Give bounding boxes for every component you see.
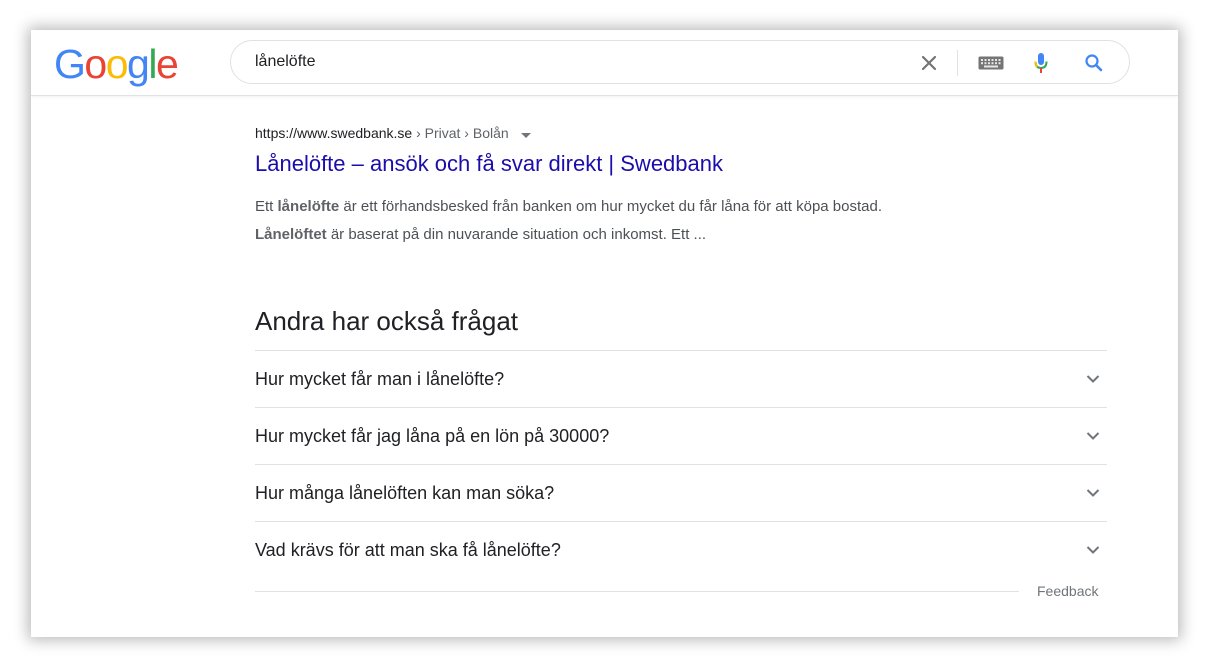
logo-letter: G — [54, 41, 86, 87]
paa-question-row[interactable]: Hur mycket får jag låna på en lön på 300… — [255, 407, 1107, 464]
browser-frame: Google lånelöfte https://www.swedbank.se… — [31, 30, 1178, 637]
search-divider — [957, 50, 958, 76]
paa-question-row[interactable]: Hur många lånelöften kan man söka? — [255, 464, 1107, 521]
keyboard-icon[interactable] — [977, 52, 1005, 74]
snippet-highlight: Lånelöftet — [255, 226, 327, 243]
snippet-text: är baserat på din nuvarande situation oc… — [326, 226, 707, 243]
paa-bottom-divider — [255, 591, 1019, 592]
search-box[interactable]: lånelöfte — [230, 40, 1130, 84]
snippet-text: är ett förhandsbesked från banken om hur… — [339, 198, 883, 215]
chevron-down-icon[interactable] — [1085, 485, 1101, 501]
chevron-down-icon[interactable] — [1085, 542, 1101, 558]
paa-question-row[interactable]: Hur mycket får man i lånelöfte? — [255, 350, 1107, 407]
paa-question-row[interactable]: Vad krävs för att man ska få lånelöfte? — [255, 521, 1107, 578]
chevron-down-icon[interactable] — [1085, 371, 1101, 387]
paa-question-text: Hur mycket får man i lånelöfte? — [255, 369, 505, 389]
people-also-ask-heading: Andra har också frågat — [255, 306, 519, 336]
result-snippet: Ett lånelöfte är ett förhandsbesked från… — [255, 193, 1055, 249]
clear-icon[interactable] — [918, 52, 940, 74]
search-input[interactable]: lånelöfte — [255, 53, 316, 71]
result-url[interactable]: https://www.swedbank.se › Privat › Bolån — [255, 125, 531, 142]
snippet-highlight: lånelöfte — [277, 198, 340, 215]
result-url-path: › Privat › Bolån — [412, 125, 509, 141]
logo-letter: o — [84, 41, 107, 87]
search-header: Google lånelöfte — [31, 30, 1178, 96]
result-url-domain: https://www.swedbank.se — [255, 125, 413, 141]
paa-question-text: Hur mycket får jag låna på en lön på 300… — [255, 426, 610, 446]
search-icon[interactable] — [1083, 52, 1105, 74]
google-logo[interactable]: Google — [54, 38, 179, 90]
result-options-icon[interactable] — [520, 126, 531, 142]
result-title-link[interactable]: Lånelöfte – ansök och få svar direkt | S… — [255, 151, 723, 177]
logo-letter: e — [155, 41, 179, 87]
logo-letter: g — [127, 41, 150, 87]
microphone-icon[interactable] — [1030, 52, 1052, 74]
paa-question-text: Vad krävs för att man ska få lånelöfte? — [255, 540, 561, 560]
people-also-ask-list: Hur mycket får man i lånelöfte? Hur myck… — [255, 350, 1107, 578]
snippet-text: Ett — [255, 198, 278, 215]
feedback-link[interactable]: Feedback — [1037, 583, 1098, 599]
paa-question-text: Hur många lånelöften kan man söka? — [255, 483, 555, 503]
chevron-down-icon[interactable] — [1085, 428, 1101, 444]
logo-letter: o — [105, 41, 129, 87]
logo-letter: l — [148, 41, 157, 87]
